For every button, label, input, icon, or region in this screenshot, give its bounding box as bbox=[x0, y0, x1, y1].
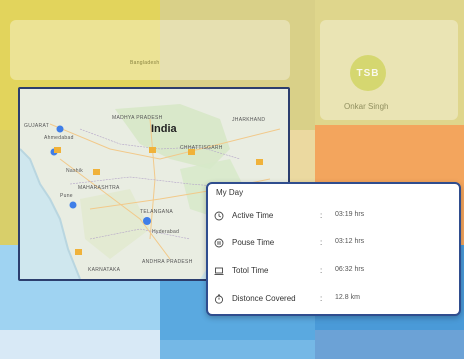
tile bbox=[160, 340, 315, 359]
state-label: MADHYA PRADESH bbox=[112, 115, 163, 121]
tile bbox=[0, 330, 160, 359]
clock-icon bbox=[214, 211, 224, 221]
stat-row-pause-time: Pouse Time : 03:12 hrs bbox=[214, 237, 450, 251]
poi-marker bbox=[75, 249, 82, 255]
state-label: MAHARASHTRA bbox=[78, 185, 120, 191]
stat-value: 12.8 km bbox=[335, 294, 360, 301]
stat-separator: : bbox=[320, 266, 323, 275]
stat-value: 03:12 hrs bbox=[335, 238, 365, 245]
stat-separator: : bbox=[320, 211, 323, 220]
poi-marker bbox=[149, 147, 156, 153]
user-name: Onkar Singh bbox=[344, 102, 389, 111]
city-label: Nashik bbox=[66, 168, 84, 174]
city-label: Pune bbox=[60, 193, 73, 199]
state-label: JHARKHAND bbox=[232, 117, 266, 123]
stat-label: Active Time bbox=[232, 211, 274, 220]
stat-label: Totol Time bbox=[232, 266, 269, 275]
tile bbox=[315, 330, 464, 359]
stat-row-distance: Distonce Covered : 12.8 km bbox=[214, 293, 450, 307]
stat-row-total-time: Totol Time : 06:32 hrs bbox=[214, 265, 450, 279]
laptop-icon bbox=[214, 267, 224, 275]
location-marker bbox=[143, 217, 151, 225]
my-day-card: My Day Active Time : 03:19 hrs Pouse Tim… bbox=[206, 182, 461, 316]
location-marker bbox=[56, 125, 64, 133]
faint-profile-panel bbox=[320, 20, 458, 120]
pause-icon bbox=[214, 238, 224, 248]
card-title: My Day bbox=[216, 188, 244, 197]
stat-separator: : bbox=[320, 238, 323, 247]
country-label: India bbox=[151, 123, 177, 135]
state-label: CHHATTISGARH bbox=[180, 145, 223, 151]
stat-label: Distonce Covered bbox=[232, 294, 296, 303]
stat-value: 06:32 hrs bbox=[335, 266, 365, 273]
faint-header-panel bbox=[10, 20, 290, 80]
state-label: GUJARAT bbox=[24, 123, 50, 129]
stopwatch-icon bbox=[214, 294, 224, 304]
state-label: KARNATAKA bbox=[88, 267, 121, 273]
poi-marker bbox=[93, 169, 100, 175]
poi-marker bbox=[256, 159, 263, 165]
stat-row-active-time: Active Time : 03:19 hrs bbox=[214, 210, 450, 224]
faint-label: Bangladesh bbox=[130, 60, 160, 66]
brand-logo: TSB bbox=[350, 55, 386, 91]
city-label: Hyderabad bbox=[152, 229, 180, 235]
state-label: ANDHRA PRADESH bbox=[142, 259, 193, 265]
state-label: TELANGANA bbox=[140, 209, 173, 215]
stat-value: 03:19 hrs bbox=[335, 211, 365, 218]
stat-separator: : bbox=[320, 294, 323, 303]
location-marker bbox=[69, 201, 77, 209]
stat-label: Pouse Time bbox=[232, 238, 275, 247]
city-label: Ahmedabad bbox=[44, 135, 74, 141]
poi-marker bbox=[54, 147, 61, 153]
